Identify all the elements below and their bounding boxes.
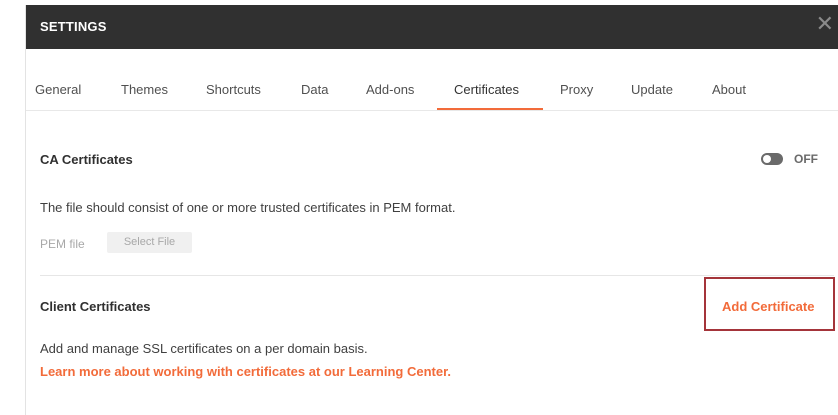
tab-add-ons[interactable]: Add-ons bbox=[366, 82, 414, 97]
settings-tabs: General Themes Shortcuts Data Add-ons Ce… bbox=[26, 49, 838, 111]
tab-certificates[interactable]: Certificates bbox=[454, 82, 519, 97]
title-bar: SETTINGS ✕ bbox=[26, 5, 838, 49]
ca-certificates-title: CA Certificates bbox=[40, 152, 133, 167]
ca-description: The file should consist of one or more t… bbox=[40, 200, 456, 215]
section-divider bbox=[40, 275, 834, 276]
client-certificates-title: Client Certificates bbox=[40, 299, 151, 314]
ca-certificates-toggle[interactable] bbox=[761, 153, 783, 165]
tab-data[interactable]: Data bbox=[301, 82, 328, 97]
tab-proxy[interactable]: Proxy bbox=[560, 82, 593, 97]
active-tab-indicator bbox=[437, 108, 543, 110]
select-file-button[interactable]: Select File bbox=[107, 232, 192, 253]
client-description: Add and manage SSL certificates on a per… bbox=[40, 341, 368, 356]
pem-file-label: PEM file bbox=[40, 237, 85, 251]
tab-shortcuts[interactable]: Shortcuts bbox=[206, 82, 261, 97]
tab-about[interactable]: About bbox=[712, 82, 746, 97]
toggle-knob bbox=[763, 155, 771, 163]
add-certificate-button[interactable]: Add Certificate bbox=[722, 299, 814, 314]
close-icon[interactable]: ✕ bbox=[816, 13, 834, 35]
window-title: SETTINGS bbox=[40, 19, 107, 34]
toggle-state-label: OFF bbox=[794, 152, 818, 166]
settings-window: SETTINGS ✕ General Themes Shortcuts Data… bbox=[25, 5, 838, 415]
tab-general[interactable]: General bbox=[35, 82, 81, 97]
tab-update[interactable]: Update bbox=[631, 82, 673, 97]
learning-center-link[interactable]: Learn more about working with certificat… bbox=[40, 364, 451, 379]
tab-themes[interactable]: Themes bbox=[121, 82, 168, 97]
